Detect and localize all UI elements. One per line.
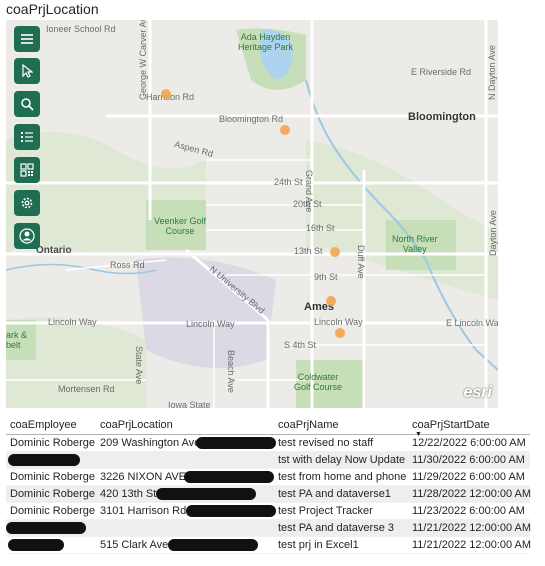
label-coldwater-golf: Coldwater Golf Course xyxy=(294,372,343,392)
label-ross-rd: Ross Rd xyxy=(110,260,145,270)
label-bloomington-rd: Bloomington Rd xyxy=(219,114,284,124)
label-veenker-golf: Veenker Golf Course xyxy=(154,216,207,236)
table-row[interactable]: 515 Clark Ave, test prj in Excel1 11/21/… xyxy=(6,537,532,554)
label-ontario: Ontario xyxy=(36,245,72,256)
table-row[interactable]: Dominic Roberge 3101 Harrison Rd, test P… xyxy=(6,503,530,520)
redaction-mark xyxy=(8,539,64,551)
cell-location: 3226 NIXON AVE, xyxy=(100,471,190,483)
label-16th-st: 16th St xyxy=(306,223,335,233)
cell-date: 11/29/2022 6:00:00 AM xyxy=(412,471,525,483)
label-24th-st: 24th St xyxy=(274,177,303,187)
label-ada-hayden-park: Ada Hayden Heritage Park xyxy=(238,32,294,52)
label-lincoln-way-right: Lincoln Way xyxy=(314,317,363,327)
label-iowa-state: Iowa State xyxy=(168,400,211,408)
map-point[interactable] xyxy=(335,328,345,338)
cell-location: 3101 Harrison Rd, xyxy=(100,505,190,517)
table-row[interactable]: Dominic Roberge 3226 NIXON AVE, test fro… xyxy=(6,469,530,486)
cell-date: 11/23/2022 6:00:00 AM xyxy=(412,505,525,517)
column-header-employee[interactable]: coaEmployee xyxy=(10,419,77,431)
page-title: coaPrjLocation xyxy=(6,1,99,17)
column-header-name[interactable]: coaPrjName xyxy=(278,419,339,431)
cell-date: 12/22/2022 6:00:00 AM xyxy=(412,437,526,449)
label-e-lincoln-way: E Lincoln Way xyxy=(446,318,498,328)
redaction-mark xyxy=(196,437,276,449)
cell-employee: Dominic Roberge xyxy=(10,437,95,449)
table-row[interactable]: Dominic Roberge 209 Washington Ave, test… xyxy=(6,435,530,452)
label-beach-ave: Beach Ave xyxy=(226,350,236,393)
label-bloomington: Bloomington xyxy=(408,111,476,123)
redaction-mark xyxy=(184,471,274,483)
cell-date: 11/21/2022 12:00:00 AM xyxy=(412,539,532,551)
select-button[interactable] xyxy=(14,58,40,84)
menu-button[interactable] xyxy=(14,26,40,52)
gear-icon xyxy=(21,197,33,209)
map-point[interactable] xyxy=(326,296,336,306)
cell-name: test PA and dataverse1 xyxy=(278,488,391,500)
qr-icon xyxy=(20,163,34,177)
map-view[interactable]: Ioneer School Rd George W Carver Ave Ada… xyxy=(6,20,498,408)
user-icon xyxy=(19,228,35,244)
cell-location: 515 Clark Ave, xyxy=(100,539,172,551)
label-9th-st: 9th St xyxy=(314,272,338,282)
label-dayton-ave: Dayton Ave xyxy=(488,210,498,256)
cell-name: test Project Tracker xyxy=(278,505,373,517)
label-mortensen-rd: Mortensen Rd xyxy=(58,384,115,394)
esri-logo: esri xyxy=(463,384,492,401)
cell-employee: Dominic Roberge xyxy=(10,488,95,500)
label-n-dayton-ave: N Dayton Ave xyxy=(487,45,497,100)
label-lincoln-way-mid: Lincoln Way xyxy=(186,319,235,329)
cell-date: 11/21/2022 12:00:00 AM xyxy=(412,522,532,534)
search-icon xyxy=(21,98,34,111)
label-school-rd: Ioneer School Rd xyxy=(46,24,116,34)
redaction-mark xyxy=(8,454,80,466)
list-icon xyxy=(21,132,33,142)
cell-date: 11/28/2022 12:00:00 AM xyxy=(412,488,532,500)
redaction-mark xyxy=(168,539,258,551)
column-header-start-date[interactable]: coaPrjStartDate xyxy=(412,419,490,431)
label-george-w-carver: George W Carver Ave xyxy=(138,20,148,100)
cell-date: 11/30/2022 6:00:00 AM xyxy=(412,454,525,466)
redaction-mark xyxy=(6,522,86,534)
menu-icon xyxy=(21,34,33,44)
redaction-mark xyxy=(186,505,276,517)
search-button[interactable] xyxy=(14,91,40,117)
cell-name: test prj in Excel1 xyxy=(278,539,359,551)
table-row[interactable]: Dominic Roberge 420 13th St test PA and … xyxy=(6,486,532,503)
label-state-ave: State Ave xyxy=(134,346,144,385)
cell-name: tst with delay Now Update xyxy=(278,454,406,466)
user-button[interactable] xyxy=(14,223,40,249)
map-point[interactable] xyxy=(330,247,340,257)
table-row[interactable]: tst with delay Now Update 11/30/2022 6:0… xyxy=(6,452,530,469)
cell-name: test revised no staff xyxy=(278,437,374,449)
cursor-icon xyxy=(22,64,33,78)
label-e-riverside-rd: E Riverside Rd xyxy=(411,67,472,77)
table-header: coaEmployee coaPrjLocation coaPrjName co… xyxy=(6,414,530,438)
column-header-location[interactable]: coaPrjLocation xyxy=(100,419,173,431)
cell-employee: Dominic Roberge xyxy=(10,471,95,483)
map-point[interactable] xyxy=(280,125,290,135)
cell-location: 209 Washington Ave, xyxy=(100,437,204,449)
cell-name: test PA and dataverse 3 xyxy=(278,522,394,534)
settings-button[interactable] xyxy=(14,190,40,216)
label-13th-st: 13th St xyxy=(294,246,323,256)
label-park-belt: ark & belt xyxy=(6,330,28,350)
label-north-river-valley: North River Valley xyxy=(392,234,438,254)
label-lincoln-way-left: Lincoln Way xyxy=(48,317,97,327)
cell-employee: Dominic Roberge xyxy=(10,505,95,517)
basemap xyxy=(6,20,498,408)
cell-location: 420 13th St xyxy=(100,488,157,500)
qr-button[interactable] xyxy=(14,157,40,183)
map-point[interactable] xyxy=(161,89,171,99)
data-table: coaEmployee coaPrjLocation coaPrjName co… xyxy=(6,414,532,554)
redaction-mark xyxy=(156,488,256,500)
label-20th-st: 20th St xyxy=(293,199,322,209)
label-duff-ave: Duff Ave xyxy=(356,245,366,279)
list-button[interactable] xyxy=(14,124,40,150)
cell-name: test from home and phone xyxy=(278,471,407,483)
table-row[interactable]: test PA and dataverse 3 11/21/2022 12:00… xyxy=(6,520,532,537)
label-s-4th-st: S 4th St xyxy=(284,340,317,350)
